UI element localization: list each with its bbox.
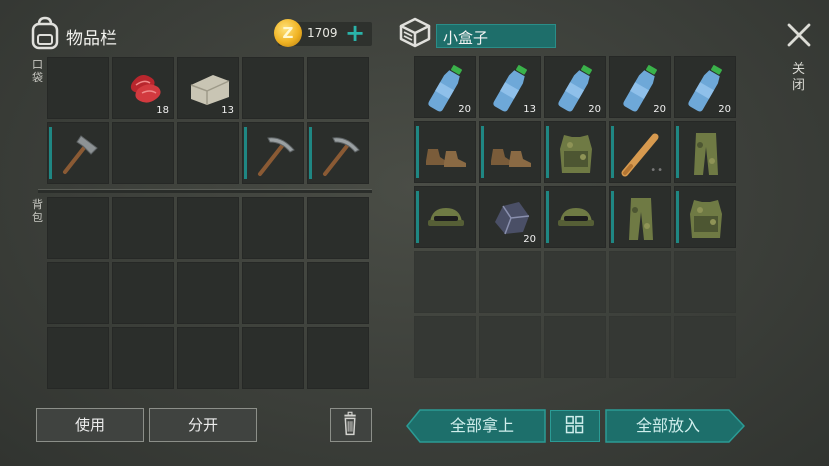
empty-slot[interactable] [479,251,541,313]
empty-slot[interactable] [47,327,109,389]
empty-slot[interactable] [609,251,671,313]
close-icon[interactable] [784,20,814,50]
empty-slot[interactable] [112,327,174,389]
item-quantity: 13 [523,104,536,115]
empty-slot[interactable] [177,197,239,259]
empty-slot[interactable] [307,197,369,259]
camo-vest-icon [560,135,592,173]
empty-slot[interactable] [242,57,304,119]
empty-slot[interactable] [674,316,736,378]
item-slot[interactable] [47,122,109,184]
item-quantity: 20 [458,104,471,115]
coin-icon: Z [274,19,302,47]
item-slot[interactable]: 13 [177,57,239,119]
put-all-button[interactable]: 全部放入 [606,409,730,443]
durability-dots: •• [650,165,664,176]
grid-icon [565,415,584,434]
boots-icon [491,149,531,167]
item-quantity: 13 [221,105,234,116]
empty-slot[interactable] [674,251,736,313]
empty-slot[interactable] [242,327,304,389]
empty-slot[interactable] [414,316,476,378]
item-quantity: 20 [523,234,536,245]
empty-slot[interactable] [47,262,109,324]
item-slot[interactable] [414,186,476,248]
item-slot[interactable] [609,186,671,248]
item-slot[interactable] [674,121,736,183]
boots-icon [426,149,466,167]
empty-slot[interactable] [544,251,606,313]
empty-slot[interactable] [307,327,369,389]
item-slot[interactable] [242,122,304,184]
empty-slot[interactable] [47,197,109,259]
camo-vest-icon [690,200,722,238]
empty-slot[interactable] [177,327,239,389]
pickaxe-icon [258,137,295,176]
item-quantity: 20 [588,104,601,115]
add-coins-button[interactable]: + [345,19,365,47]
item-slot[interactable]: 20 [544,56,606,118]
item-slot[interactable]: 13 [479,56,541,118]
trash-icon [344,411,356,436]
empty-slot[interactable] [242,197,304,259]
inventory-title: 物品栏 [66,29,117,49]
empty-slot[interactable] [112,122,174,184]
item-slot[interactable]: 20 [479,186,541,248]
item-slot[interactable]: 18 [112,57,174,119]
empty-slot[interactable] [112,197,174,259]
empty-slot[interactable] [307,262,369,324]
empty-slot[interactable] [177,262,239,324]
hatchet-icon [63,135,98,174]
take-all-button[interactable]: 全部拿上 [420,409,544,443]
storage-box-icon [399,17,431,48]
backpack-label: 背包 [32,198,43,224]
item-slot[interactable] [479,121,541,183]
coin-count: 1709 [307,26,338,40]
camo-cap-icon [428,208,464,226]
item-quantity: 20 [653,104,666,115]
item-slot[interactable]: 20 [674,56,736,118]
empty-slot[interactable] [112,262,174,324]
empty-slot[interactable] [47,57,109,119]
item-slot[interactable] [544,121,606,183]
empty-slot[interactable] [307,57,369,119]
camo-pants-icon [694,133,718,175]
empty-slot[interactable] [479,316,541,378]
layout-toggle-button[interactable] [550,410,600,442]
camo-pants-icon [629,198,653,240]
pocket-label: 口袋 [32,58,43,84]
item-quantity: 20 [718,104,731,115]
empty-slot[interactable] [544,316,606,378]
item-quantity: 18 [156,105,169,116]
split-button[interactable]: 分开 [149,408,257,442]
empty-slot[interactable] [242,262,304,324]
item-slot[interactable] [307,122,369,184]
item-slot[interactable] [414,121,476,183]
container-title: 小盒子 [443,29,489,47]
item-slot[interactable]: •• [609,121,671,183]
item-slot[interactable]: 20 [414,56,476,118]
pickaxe-icon [323,137,360,176]
empty-slot[interactable] [414,251,476,313]
close-label[interactable]: 关闭 [792,62,806,94]
item-slot[interactable]: 20 [609,56,671,118]
empty-slot[interactable] [609,316,671,378]
section-divider [38,189,372,193]
trash-button[interactable] [330,408,372,442]
use-button[interactable]: 使用 [36,408,144,442]
item-slot[interactable] [544,186,606,248]
empty-slot[interactable] [177,122,239,184]
backpack-icon [31,16,59,50]
item-slot[interactable] [674,186,736,248]
camo-cap-icon [558,208,594,226]
